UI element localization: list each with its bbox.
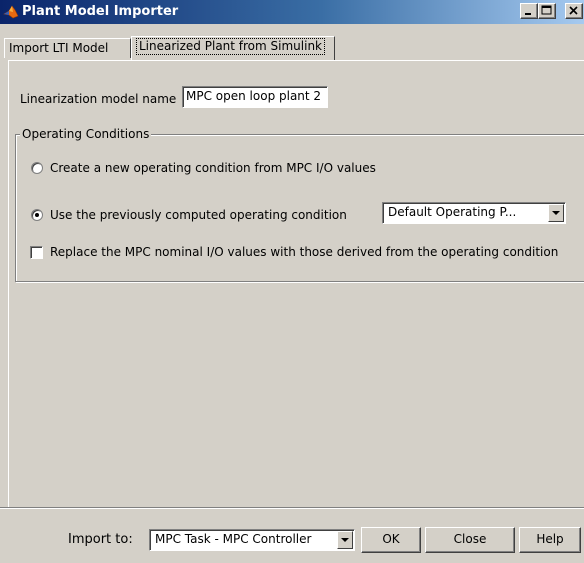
window-title: Plant Model Importer: [22, 4, 179, 19]
tab-label: Linearized Plant from Simulink: [136, 38, 325, 55]
plant-model-importer-window: Plant Model Importer Import LTI Model Li…: [0, 0, 584, 563]
ok-button[interactable]: OK: [361, 527, 421, 553]
maximize-button[interactable]: [538, 3, 556, 19]
tab-label: Import LTI Model: [9, 41, 109, 55]
close-icon: [569, 6, 578, 15]
new-operating-condition-radio[interactable]: [31, 162, 43, 174]
chevron-down-icon[interactable]: [337, 531, 353, 549]
model-name-label: Linearization model name: [20, 92, 177, 106]
maximize-icon: [541, 5, 552, 15]
tab-linearized-plant-from-simulink[interactable]: Linearized Plant from Simulink: [131, 36, 335, 60]
group-title: Operating Conditions: [20, 127, 152, 141]
model-name-field[interactable]: MPC open loop plant 2: [182, 86, 328, 108]
close-window-button[interactable]: [565, 3, 583, 19]
chevron-down-icon[interactable]: [548, 204, 564, 222]
matlab-logo-icon: [3, 4, 19, 20]
operating-point-dropdown[interactable]: Default Operating P...: [382, 202, 566, 224]
replace-nominal-label[interactable]: Replace the MPC nominal I/O values with …: [50, 245, 558, 259]
minimize-icon: [525, 13, 531, 15]
previous-operating-condition-label[interactable]: Use the previously computed operating co…: [50, 208, 347, 222]
minimize-button[interactable]: [520, 3, 538, 19]
close-button[interactable]: Close: [425, 527, 515, 553]
previous-operating-condition-radio[interactable]: [31, 209, 43, 221]
replace-nominal-checkbox[interactable]: [30, 246, 43, 259]
tab-import-lti-model[interactable]: Import LTI Model: [4, 38, 131, 58]
help-button[interactable]: Help: [519, 527, 581, 553]
operating-point-value: Default Operating P...: [388, 205, 517, 219]
import-to-dropdown[interactable]: MPC Task - MPC Controller: [149, 529, 355, 551]
import-to-label: Import to:: [68, 532, 133, 547]
title-bar[interactable]: Plant Model Importer: [0, 0, 584, 24]
import-to-value: MPC Task - MPC Controller: [155, 532, 312, 546]
new-operating-condition-label[interactable]: Create a new operating condition from MP…: [50, 161, 376, 175]
